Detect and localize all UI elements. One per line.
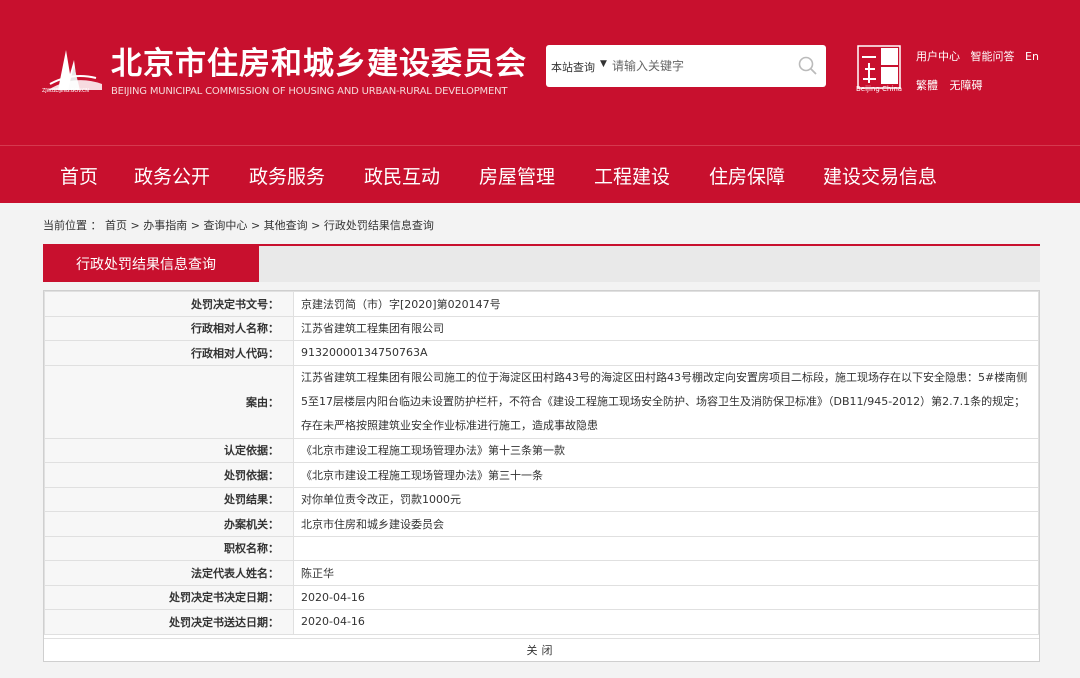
nav-item-gov-services[interactable]: 政务服务 (249, 162, 325, 189)
top-links: 用户中心 智能问答 En (916, 48, 1046, 64)
row-label: 案由： (44, 364, 294, 439)
table-row: 处罚决定书送达日期： 2020-04-16 (44, 609, 1039, 635)
row-value: 2020-04-16 (293, 609, 1039, 635)
row-value: 《北京市建设工程施工现场管理办法》第十三条第一款 (293, 437, 1039, 463)
row-value: 江苏省建筑工程集团有限公司 (293, 315, 1039, 341)
table-row: 处罚决定书文号： 京建法罚简（市）字[2020]第020147号 (44, 291, 1039, 317)
breadcrumb-sep: > (190, 219, 204, 232)
row-value: 《北京市建设工程施工现场管理办法》第三十一条 (293, 462, 1039, 488)
row-label: 处罚结果： (44, 486, 294, 512)
nav-item-construction[interactable]: 工程建设 (594, 162, 670, 189)
table-row: 认定依据： 《北京市建设工程施工现场管理办法》第十三条第一款 (44, 437, 1039, 463)
row-label: 法定代表人姓名： (44, 560, 294, 586)
user-center-link[interactable]: 用户中心 (916, 50, 960, 63)
row-label: 处罚依据： (44, 462, 294, 488)
breadcrumb-sep: > (130, 219, 144, 232)
table-row: 法定代表人姓名： 陈正华 (44, 560, 1039, 586)
nav-item-housing[interactable]: 房屋管理 (479, 162, 555, 189)
breadcrumb-label: 当前位置 ： (43, 219, 102, 232)
nav-item-interaction[interactable]: 政民互动 (364, 162, 440, 189)
penalty-detail-panel: 处罚决定书文号： 京建法罚简（市）字[2020]第020147号 行政相对人名称… (43, 290, 1040, 662)
penalty-detail-table: 处罚决定书文号： 京建法罚简（市）字[2020]第020147号 行政相对人名称… (44, 291, 1039, 635)
row-label: 职权名称： (44, 535, 294, 561)
search-input[interactable] (612, 55, 782, 77)
table-row: 行政相对人代码： 91320000134750763A (44, 340, 1039, 366)
row-label: 认定依据： (44, 437, 294, 463)
table-row: 职权名称： (44, 535, 1039, 561)
table-row: 案由： 江苏省建筑工程集团有限公司施工的位于海淀区田村路43号的海淀区田村路43… (44, 364, 1039, 439)
breadcrumb-query-center[interactable]: 查询中心 (203, 219, 247, 232)
table-row: 处罚决定书决定日期： 2020-04-16 (44, 584, 1039, 610)
search-icon[interactable] (797, 55, 819, 77)
row-label: 处罚决定书送达日期： (44, 609, 294, 635)
section-tab-bar: 行政处罚结果信息查询 (43, 244, 1040, 282)
row-label: 行政相对人名称： (44, 315, 294, 341)
breadcrumb: 当前位置 ： 首页 > 办事指南 > 查询中心 > 其他查询 > 行政处罚结果信… (43, 217, 434, 233)
search-scope-select[interactable]: 本站查询 (551, 59, 595, 75)
smart-qa-link[interactable]: 智能问答 (971, 50, 1015, 63)
row-value: 北京市住房和城乡建设委员会 (293, 511, 1039, 537)
caret-down-icon[interactable]: ▼ (600, 59, 607, 69)
table-row: 处罚结果： 对你单位责令改正，罚款1000元 (44, 486, 1039, 512)
row-label: 处罚决定书决定日期： (44, 584, 294, 610)
table-row: 处罚依据： 《北京市建设工程施工现场管理办法》第三十一条 (44, 462, 1039, 488)
row-label: 行政相对人代码： (44, 340, 294, 366)
accessibility-link[interactable]: 无障碍 (950, 79, 983, 92)
breadcrumb-guide[interactable]: 办事指南 (143, 219, 187, 232)
row-value: 京建法罚简（市）字[2020]第020147号 (293, 291, 1039, 317)
close-button[interactable]: 关闭 (44, 638, 1039, 661)
row-label: 处罚决定书文号： (44, 291, 294, 317)
tab-penalty-query[interactable]: 行政处罚结果信息查询 (43, 246, 259, 282)
row-value: 对你单位责令改正，罚款1000元 (293, 486, 1039, 512)
table-row: 办案机关： 北京市住房和城乡建设委员会 (44, 511, 1039, 537)
traditional-chinese-link[interactable]: 繁體 (916, 79, 938, 92)
row-value: 江苏省建筑工程集团有限公司施工的位于海淀区田村路43号的海淀区田村路43号棚改定… (293, 364, 1039, 439)
seal-caption: Beijing·China (856, 85, 903, 93)
top-links-secondary: 繁體 无障碍 (916, 77, 991, 93)
breadcrumb-sep: > (311, 219, 324, 232)
row-value: 91320000134750763A (293, 340, 1039, 366)
row-value: 陈正华 (293, 560, 1039, 586)
nav-item-trading-info[interactable]: 建设交易信息 (823, 162, 937, 189)
row-label: 办案机关： (44, 511, 294, 537)
site-title: 北京市住房和城乡建设委员会 (111, 46, 527, 82)
search-box: 本站查询 ▼ (546, 45, 826, 87)
nav-item-home[interactable]: 首页 (60, 162, 98, 189)
site-header: ZJW.BEIJING.GOV.CN 北京市住房和城乡建设委员会 BEIJING… (0, 0, 1080, 145)
nav-item-gov-affairs[interactable]: 政务公开 (134, 162, 210, 189)
site-subtitle: BEIJING MUNICIPAL COMMISSION OF HOUSING … (111, 86, 508, 97)
table-row: 行政相对人名称： 江苏省建筑工程集团有限公司 (44, 315, 1039, 341)
nav-item-housing-security[interactable]: 住房保障 (709, 162, 785, 189)
main-nav: 首页 政务公开 政务服务 政民互动 房屋管理 工程建设 住房保障 建设交易信息 (0, 145, 1080, 203)
row-value (293, 535, 1039, 561)
english-link[interactable]: En (1025, 50, 1039, 63)
logo-url-text: ZJW.BEIJING.GOV.CN (42, 88, 89, 94)
capital-seal-icon[interactable] (857, 45, 901, 89)
breadcrumb-sep: > (250, 219, 264, 232)
row-value: 2020-04-16 (293, 584, 1039, 610)
breadcrumb-home[interactable]: 首页 (105, 219, 127, 232)
breadcrumb-other-query[interactable]: 其他查询 (264, 219, 308, 232)
breadcrumb-current[interactable]: 行政处罚结果信息查询 (324, 219, 434, 232)
